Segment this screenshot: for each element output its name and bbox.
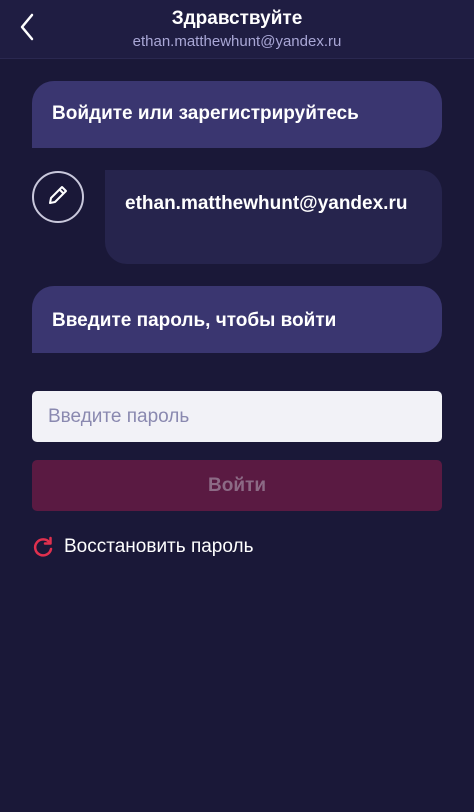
bot-message-password: Введите пароль, чтобы войти [32,286,442,353]
page-title: Здравствуйте [171,8,303,29]
edit-email-button[interactable] [32,171,84,223]
header-bar: Здравствуйте ethan.matthewhunt@yandex.ru [0,0,474,59]
refresh-icon [32,536,54,558]
login-button[interactable]: Войти [32,460,442,511]
restore-password-link[interactable]: Восстановить пароль [32,534,254,560]
user-message-email: ethan.matthewhunt@yandex.ru [105,170,442,264]
pencil-icon [46,183,70,212]
page-subtitle: ethan.matthewhunt@yandex.ru [132,33,342,50]
restore-password-label: Восстановить пароль [64,536,254,557]
bot-message-login: Войдите или зарегистрируйтесь [32,81,442,148]
password-input[interactable] [32,391,442,442]
